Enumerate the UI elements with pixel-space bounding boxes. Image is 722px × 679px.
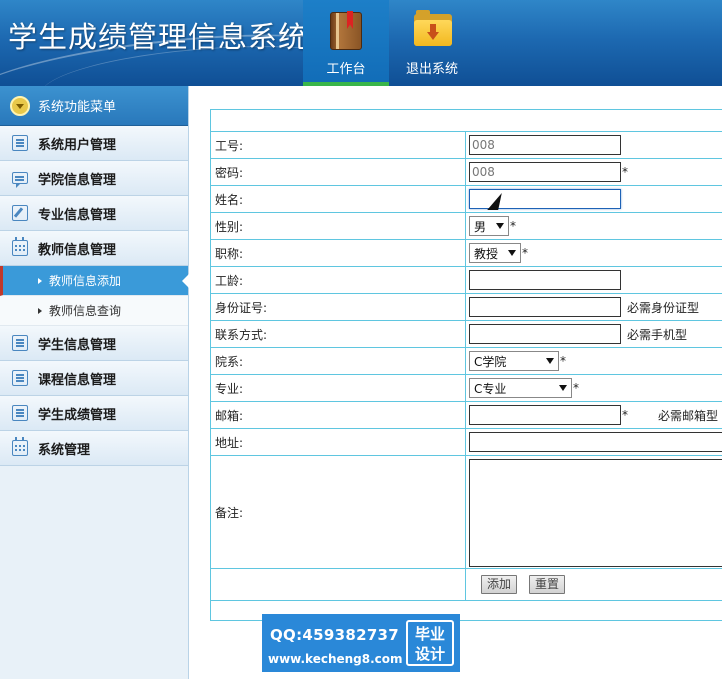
password-label: 密码:: [210, 158, 466, 186]
sidebar-header[interactable]: 系统功能菜单: [0, 86, 188, 126]
sidebar-item-label: 教师信息管理: [38, 242, 117, 258]
list-icon: [12, 335, 28, 351]
required-mark: *: [560, 354, 566, 368]
sidebar-item-label: 学院信息管理: [38, 172, 117, 188]
sidebar-item-system-users[interactable]: 系统用户管理: [0, 126, 188, 161]
required-mark: *: [622, 165, 628, 179]
chevron-down-icon: [546, 358, 554, 364]
watermark-badge-line2: 设计: [414, 645, 445, 663]
reset-button[interactable]: 重置: [529, 575, 566, 594]
required-mark: *: [510, 219, 516, 233]
form-actions-spacer: [210, 568, 466, 601]
major-label: 专业:: [210, 374, 466, 402]
app-header: 学生成绩管理信息系统 工作台 退出系统: [0, 0, 722, 86]
sidebar-item-course[interactable]: 课程信息管理: [0, 361, 188, 396]
book-icon: [330, 12, 362, 50]
password-field[interactable]: [469, 162, 621, 182]
gender-select[interactable]: 男: [469, 216, 509, 236]
title-select[interactable]: 教授: [469, 243, 521, 263]
remark-textarea[interactable]: [469, 459, 722, 567]
contact-field[interactable]: [469, 324, 621, 344]
address-label: 地址:: [210, 428, 466, 456]
sidebar-item-score[interactable]: 学生成绩管理: [0, 396, 188, 431]
topnav-workbench-label: 工作台: [326, 62, 366, 77]
exit-folder-icon: [414, 10, 452, 46]
top-nav: 工作台 退出系统: [303, 0, 475, 86]
dept-select[interactable]: C学院: [469, 351, 559, 371]
topnav-exit-label: 退出系统: [405, 62, 458, 77]
add-button[interactable]: 添加: [481, 575, 518, 594]
sidebar-item-teacher[interactable]: 教师信息管理: [0, 231, 188, 266]
sidebar-item-label: 学生成绩管理: [38, 407, 117, 423]
watermark-badge-line1: 毕业: [414, 625, 445, 643]
id-label: 工号:: [210, 131, 466, 159]
title-select-value: 教授: [474, 246, 499, 261]
sidebar-item-label: 课程信息管理: [38, 372, 117, 388]
watermark-qq: QQ:459382737: [270, 626, 400, 644]
sidebar-subitem-teacher-add[interactable]: 教师信息添加: [0, 266, 189, 296]
caret-right-icon: [38, 277, 42, 284]
chevron-down-icon: [496, 223, 504, 229]
sidebar-item-college[interactable]: 学院信息管理: [0, 161, 188, 196]
chat-icon: [12, 172, 28, 188]
sidebar-subitem-label: 教师信息添加: [49, 274, 122, 288]
id-card-field[interactable]: [469, 297, 621, 317]
sidebar-item-label: 学生信息管理: [38, 337, 117, 353]
sidebar-item-major[interactable]: 专业信息管理: [0, 196, 188, 231]
required-mark: *: [573, 381, 579, 395]
edit-icon: [12, 205, 28, 221]
sidebar-item-label: 专业信息管理: [38, 207, 117, 223]
sidebar-item-label: 系统用户管理: [38, 137, 117, 153]
gender-label: 性别:: [210, 212, 466, 240]
major-select-value: C专业: [474, 381, 507, 396]
name-label: 姓名:: [210, 185, 466, 213]
contact-label: 联系方式:: [210, 320, 466, 348]
required-mark: *: [622, 408, 628, 422]
watermark: QQ:459382737 www.kecheng8.com 毕业 设计: [262, 614, 460, 672]
id-card-label: 身份证号:: [210, 293, 466, 321]
teacher-add-form: 工号: 密码: * 姓名: 性别: 男 * 职称: 教授 * 工龄: 身份证号: 必…: [210, 109, 722, 621]
id-card-hint: 必需身份证型: [627, 300, 700, 315]
list-icon: [12, 405, 28, 421]
topnav-workbench[interactable]: 工作台: [303, 0, 389, 86]
sidebar-item-system-admin[interactable]: 系统管理: [0, 431, 188, 466]
sidebar-item-student[interactable]: 学生信息管理: [0, 326, 188, 361]
calendar-icon: [12, 237, 28, 256]
gender-select-value: 男: [474, 219, 487, 234]
main-content: 工号: 密码: * 姓名: 性别: 男 * 职称: 教授 * 工龄: 身份证号: 必…: [189, 86, 722, 679]
app-title: 学生成绩管理信息系统: [8, 20, 309, 54]
watermark-site: www.kecheng8.com: [268, 652, 403, 666]
caret-right-icon: [38, 307, 42, 314]
list-icon: [12, 135, 28, 151]
topnav-exit[interactable]: 退出系统: [389, 0, 475, 86]
mouse-cursor-icon: [489, 193, 503, 213]
dept-label: 院系:: [210, 347, 466, 375]
address-field[interactable]: [469, 432, 722, 452]
sidebar-item-label: 系统管理: [38, 442, 91, 458]
required-mark: *: [522, 246, 528, 260]
title-label: 职称:: [210, 239, 466, 267]
dept-select-value: C学院: [474, 354, 507, 369]
contact-hint: 必需手机型: [627, 327, 688, 342]
form-top-spacer: [210, 109, 722, 132]
email-field[interactable]: [469, 405, 621, 425]
email-label: 邮箱:: [210, 401, 466, 429]
sidebar-subitem-teacher-query[interactable]: 教师信息查询: [0, 296, 188, 326]
chevron-down-icon: [559, 385, 567, 391]
seniority-field[interactable]: [469, 270, 621, 290]
sidebar-header-label: 系统功能菜单: [38, 100, 117, 115]
chevron-down-icon: [10, 95, 30, 116]
sidebar: 系统功能菜单 系统用户管理 学院信息管理 专业信息管理 教师信息管理 教师信息添…: [0, 86, 189, 679]
list-icon: [12, 370, 28, 386]
watermark-badge: 毕业 设计: [406, 620, 454, 666]
id-field[interactable]: [469, 135, 621, 155]
email-hint: 必需邮箱型: [658, 408, 719, 423]
seniority-label: 工龄:: [210, 266, 466, 294]
major-select[interactable]: C专业: [469, 378, 572, 398]
calendar-icon: [12, 437, 28, 456]
remark-label: 备注:: [210, 455, 466, 569]
chevron-down-icon: [508, 250, 516, 256]
sidebar-subitem-label: 教师信息查询: [49, 304, 122, 318]
